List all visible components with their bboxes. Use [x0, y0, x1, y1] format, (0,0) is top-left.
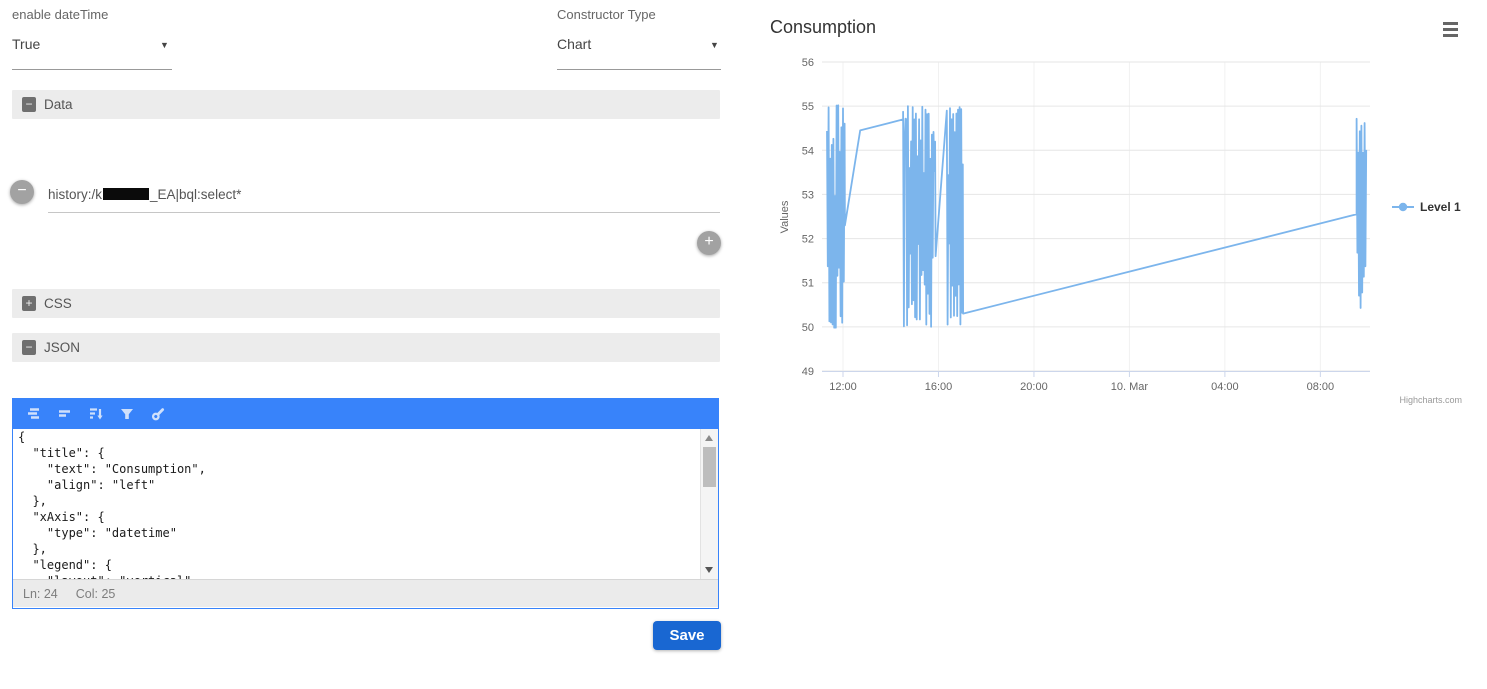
compact-icon[interactable]	[56, 405, 74, 423]
json-section-label: JSON	[44, 340, 80, 355]
enable-datetime-underline	[12, 69, 172, 70]
code-line: "title": {	[13, 445, 718, 461]
code-line: "legend": {	[13, 557, 718, 573]
code-line: {	[13, 429, 718, 445]
x-tick-label: 16:00	[925, 381, 953, 393]
scroll-up-icon[interactable]	[705, 435, 713, 441]
css-section-header[interactable]: + CSS	[12, 289, 720, 318]
css-section-label: CSS	[44, 296, 72, 311]
expand-plus-icon[interactable]: +	[22, 296, 36, 311]
y-axis-title: Values	[779, 200, 791, 233]
repair-icon[interactable]	[149, 405, 167, 423]
chevron-down-icon[interactable]: ▼	[710, 40, 719, 50]
json-section-header[interactable]: − JSON	[12, 333, 720, 362]
history-binding-input[interactable]: history:/k _EA|bql:select*	[48, 187, 241, 202]
collapse-minus-icon[interactable]: −	[22, 340, 36, 355]
highcharts-credit[interactable]: Highcharts.com	[1399, 395, 1462, 405]
history-binding-underline	[48, 212, 720, 213]
y-tick-label: 54	[802, 145, 814, 157]
format-icon[interactable]	[25, 405, 43, 423]
filter-transform-icon[interactable]	[118, 405, 136, 423]
code-line: },	[13, 541, 718, 557]
remove-binding-button[interactable]: −	[10, 180, 34, 204]
code-line: "layout": "vertical"	[13, 573, 718, 579]
data-section-label: Data	[44, 97, 73, 112]
constructor-type-label: Constructor Type	[557, 7, 656, 22]
code-line: "text": "Consumption",	[13, 461, 718, 477]
scrollbar-thumb[interactable]	[703, 447, 716, 487]
x-tick-label: 08:00	[1307, 381, 1335, 393]
x-tick-label: 04:00	[1211, 381, 1239, 393]
chart-title: Consumption	[770, 17, 876, 37]
collapse-minus-icon[interactable]: −	[22, 97, 36, 112]
legend-item-level-1[interactable]: Level 1	[1392, 200, 1461, 214]
history-binding-prefix: history:/k	[48, 187, 102, 202]
x-tick-label: 12:00	[829, 381, 857, 393]
y-tick-label: 55	[802, 101, 814, 113]
code-line: "align": "left"	[13, 477, 718, 493]
legend-label: Level 1	[1420, 200, 1461, 214]
scroll-down-icon[interactable]	[705, 567, 713, 573]
constructor-type-underline	[557, 69, 721, 70]
y-tick-label: 50	[802, 322, 814, 334]
x-tick-label: 10. Mar	[1111, 381, 1149, 393]
y-tick-label: 49	[802, 366, 814, 378]
json-code-area[interactable]: { "title": { "text": "Consumption", "ali…	[13, 429, 718, 579]
save-button[interactable]: Save	[653, 621, 721, 650]
legend-marker-icon	[1399, 203, 1407, 211]
chart-context-menu-icon[interactable]	[1443, 22, 1459, 38]
constructor-type-select[interactable]: Chart	[557, 36, 591, 52]
y-tick-label: 53	[802, 189, 814, 201]
history-binding-suffix: _EA|bql:select*	[150, 187, 241, 202]
y-tick-label: 56	[802, 57, 814, 69]
enable-datetime-select[interactable]: True	[12, 36, 40, 52]
code-line: "type": "datetime"	[13, 525, 718, 541]
y-tick-label: 51	[802, 278, 814, 290]
series-line-level-1[interactable]	[827, 105, 1366, 327]
chevron-down-icon[interactable]: ▼	[160, 40, 169, 50]
editor-scrollbar[interactable]	[700, 429, 718, 579]
data-section-header[interactable]: − Data	[12, 90, 720, 119]
cursor-col-indicator: Col: 25	[76, 587, 116, 601]
sort-icon[interactable]	[87, 405, 105, 423]
cursor-line-indicator: Ln: 24	[23, 587, 58, 601]
editor-status-bar: Ln: 24 Col: 25	[13, 579, 718, 607]
consumption-chart: Consumption 49 50 51 52 53 54 55 56 12:00 16:00 20…	[755, 0, 1487, 420]
x-tick-label: 20:00	[1020, 381, 1048, 393]
dashboard-config-page: enable dateTime True ▼ Constructor Type …	[0, 0, 1487, 689]
add-binding-button[interactable]: +	[697, 231, 721, 255]
json-editor: { "title": { "text": "Consumption", "ali…	[12, 398, 719, 609]
redaction-block	[103, 188, 149, 200]
y-tick-label: 52	[802, 234, 814, 246]
json-editor-toolbar	[13, 399, 718, 429]
code-lines: { "title": { "text": "Consumption", "ali…	[13, 429, 718, 579]
code-line: },	[13, 493, 718, 509]
enable-datetime-label: enable dateTime	[12, 7, 108, 22]
code-line: "xAxis": {	[13, 509, 718, 525]
